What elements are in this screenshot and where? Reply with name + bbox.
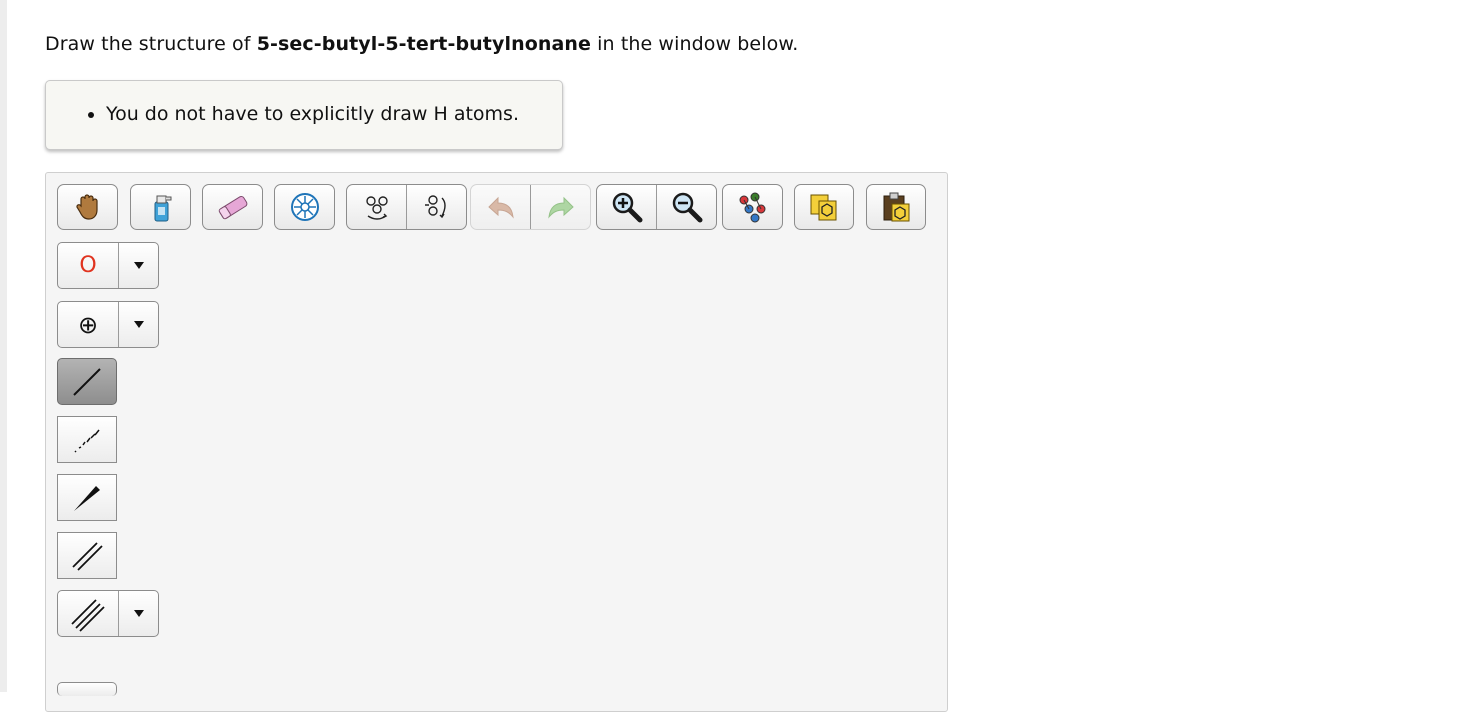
hint-list: You do not have to explicitly draw H ato… (46, 103, 519, 125)
question-prefix: Draw the structure of (45, 33, 257, 55)
rotate-button[interactable] (406, 185, 466, 229)
charge-label: ⊕ (77, 310, 99, 339)
atom-label: O (79, 253, 97, 278)
redo-button[interactable] (530, 185, 590, 229)
flip-molecule-icon (365, 196, 388, 220)
charge-button[interactable]: ⊕ (58, 302, 119, 347)
single-bond-button[interactable] (57, 358, 117, 405)
question-text: Draw the structure of 5-sec-butyl-5-tert… (45, 33, 798, 55)
zoom-out-button[interactable] (656, 185, 716, 229)
hashed-wedge-icon (74, 429, 100, 453)
atom-button[interactable]: O (58, 243, 119, 288)
drawing-editor[interactable] (45, 172, 948, 712)
single-bond-icon (73, 367, 101, 396)
ring-tool-button[interactable] (57, 682, 117, 696)
eraser-icon (218, 195, 247, 220)
charge-tool: ⊕ (57, 301, 159, 348)
copy-icon (810, 194, 837, 221)
hint-item: You do not have to explicitly draw H ato… (106, 103, 519, 125)
redo-icon (547, 196, 574, 219)
hand-icon (75, 194, 98, 220)
zoom-in-button[interactable] (597, 185, 656, 229)
history-group (470, 184, 591, 230)
triple-bond-button[interactable] (58, 591, 119, 636)
double-bond-icon (72, 541, 103, 571)
paste-button[interactable] (866, 184, 926, 230)
ring-template-button[interactable] (274, 184, 335, 230)
chevron-down-icon (133, 610, 144, 617)
paste-icon (883, 192, 910, 222)
zoom-out-icon (672, 192, 702, 223)
spray-bottle-icon (154, 195, 171, 222)
atom-dropdown-button[interactable] (119, 243, 158, 288)
wedge-bond-icon (74, 485, 100, 511)
chevron-down-icon (133, 262, 144, 269)
double-bond-button[interactable] (57, 532, 117, 579)
rotate-molecule-icon (424, 195, 446, 219)
triple-bond-tool (57, 590, 159, 637)
copy-button[interactable] (794, 184, 854, 230)
atom-tool: O (57, 242, 159, 289)
charge-dropdown-button[interactable] (119, 302, 158, 347)
bond-dropdown-button[interactable] (119, 591, 158, 636)
zoom-in-icon (612, 192, 642, 223)
hashed-wedge-bond-button[interactable] (57, 416, 117, 463)
zoom-group (596, 184, 717, 230)
clean-structure-icon (739, 192, 765, 223)
ring-settings-icon (290, 193, 319, 221)
undo-button[interactable] (471, 185, 530, 229)
eraser-button[interactable] (202, 184, 263, 230)
hand-tool-button[interactable] (57, 184, 118, 230)
undo-icon (487, 196, 514, 219)
hint-box: You do not have to explicitly draw H ato… (45, 80, 563, 150)
transform-group (346, 184, 467, 230)
triple-bond-icon (71, 598, 105, 632)
compound-name: 5-sec-butyl-5-tert-butylnonane (256, 33, 592, 55)
flip-button[interactable] (347, 185, 406, 229)
left-margin-rule (0, 0, 7, 692)
wedge-bond-button[interactable] (57, 474, 117, 521)
clean-structure-button[interactable] (722, 184, 783, 230)
question-suffix: in the window below. (591, 33, 799, 55)
chevron-down-icon (133, 321, 144, 328)
cleanup-spray-button[interactable] (130, 184, 191, 230)
